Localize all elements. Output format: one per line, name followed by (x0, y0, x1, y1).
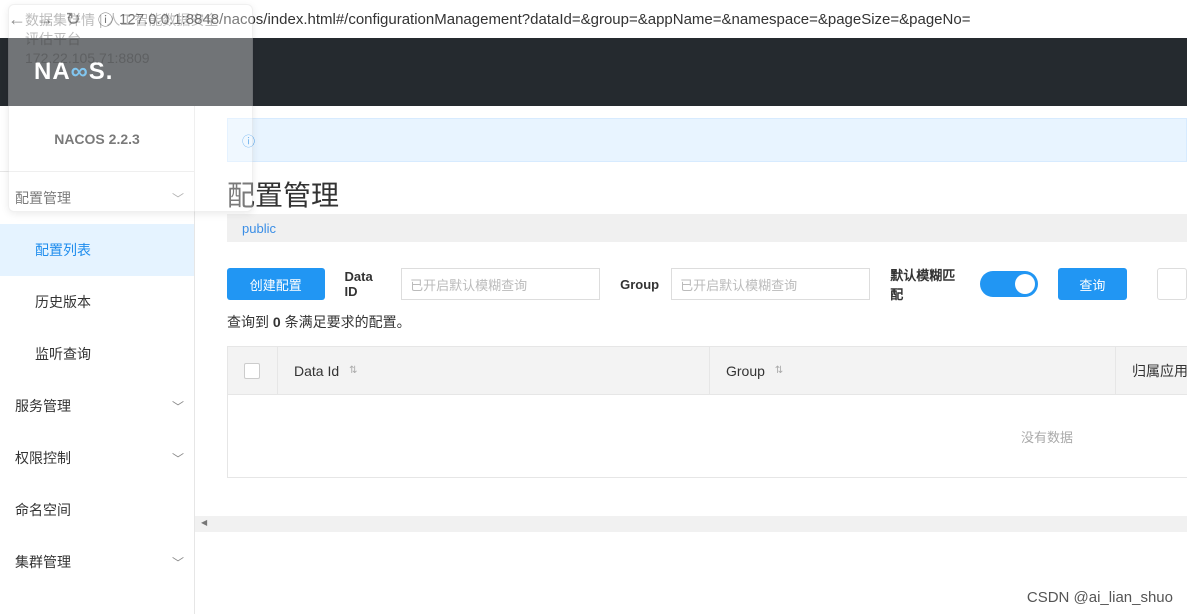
result-count: 查询到 0 条满足要求的配置。 (227, 312, 1187, 332)
chevron-down-icon: ﹀ (171, 399, 184, 414)
select-all-cell (228, 347, 278, 394)
create-config-button[interactable]: 创建配置 (227, 268, 325, 300)
sidebar-item-listener-query[interactable]: 监听查询 (0, 328, 194, 380)
horizontal-scrollbar[interactable]: ◀ (195, 516, 1187, 532)
main-content: ⓘ 配置管理 public 创建配置 Data ID 已开启默认模糊查询 Gro… (227, 106, 1187, 478)
watermark: CSDN @ai_lian_shuo (1026, 589, 1173, 606)
back-icon[interactable]: ← (6, 9, 28, 30)
dataid-input[interactable]: 已开启默认模糊查询 (401, 268, 601, 300)
sidebar-item-config-management[interactable]: 配置管理 ﹀ (0, 172, 194, 224)
sort-icon[interactable]: ⇅ (775, 365, 783, 376)
fuzzy-match-label: 默认模糊匹配 (890, 268, 956, 302)
table-header: Data Id ⇅ Group ⇅ 归属应用 (228, 347, 1187, 395)
chevron-down-icon: ﹀ (171, 451, 184, 466)
count-prefix: 查询到 (227, 314, 273, 330)
version-label: NACOS 2.2.3 (0, 106, 194, 172)
more-button[interactable] (1157, 268, 1187, 300)
info-icon: ⓘ (242, 133, 256, 149)
sidebar-item-label: 服务管理 (15, 398, 71, 414)
sidebar-item-config-list[interactable]: 配置列表 (0, 224, 194, 276)
browser-address-bar: ← → ↻ ⓘ 127.0.0.1:8848/nacos/index.html#/… (0, 0, 1187, 38)
sidebar-item-label: 集群管理 (15, 554, 71, 570)
top-bar: NA∞S. (0, 38, 1187, 106)
column-label: Data Id (294, 362, 340, 379)
column-dataid[interactable]: Data Id ⇅ (278, 347, 710, 394)
dataid-label: Data ID (344, 269, 373, 299)
sidebar-item-label: 监听查询 (35, 346, 91, 362)
info-alert: ⓘ (227, 118, 1187, 162)
empty-state: 没有数据 (1020, 430, 1073, 445)
sidebar-item-cluster-management[interactable]: 集群管理 ﹀ (0, 536, 194, 588)
sidebar-item-namespace[interactable]: 命名空间 (0, 484, 194, 536)
scroll-left-icon[interactable]: ◀ (201, 518, 207, 527)
column-group[interactable]: Group ⇅ (710, 347, 1116, 394)
sidebar-item-label: 命名空间 (15, 502, 71, 518)
group-input[interactable]: 已开启默认模糊查询 (671, 268, 871, 300)
chevron-down-icon: ﹀ (171, 191, 184, 206)
config-table: Data Id ⇅ Group ⇅ 归属应用 没有数据 (227, 346, 1187, 478)
fuzzy-match-toggle[interactable] (979, 271, 1038, 297)
sidebar-item-label: 配置管理 (15, 190, 71, 206)
url-text[interactable]: 127.0.0.1:8848/nacos/index.html#/configu… (119, 11, 970, 28)
forward-icon[interactable]: → (34, 9, 56, 30)
sidebar-item-label: 历史版本 (35, 294, 91, 310)
namespace-tab-public[interactable]: public (227, 214, 1187, 242)
query-button[interactable]: 查询 (1057, 268, 1128, 300)
page-title: 配置管理 (227, 180, 340, 211)
info-icon: ⓘ (98, 11, 114, 29)
sidebar-item-access-control[interactable]: 权限控制 ﹀ (0, 432, 194, 484)
group-label: Group (620, 276, 660, 292)
count-value: 0 (272, 314, 281, 330)
count-suffix: 条满足要求的配置。 (280, 314, 411, 330)
toolbar: 创建配置 Data ID 已开启默认模糊查询 Group 已开启默认模糊查询 默… (227, 268, 1187, 302)
chevron-down-icon: ﹀ (171, 555, 184, 570)
sidebar-item-label: 权限控制 (15, 450, 71, 466)
sidebar-item-service-management[interactable]: 服务管理 ﹀ (0, 380, 194, 432)
reload-icon[interactable]: ↻ (62, 9, 84, 30)
sort-icon[interactable]: ⇅ (349, 365, 357, 376)
column-label: 归属应用 (1132, 362, 1187, 379)
sidebar: NACOS 2.2.3 配置管理 ﹀ 配置列表 历史版本 监听查询 服务管理 ﹀ 权… (0, 106, 195, 614)
select-all-checkbox[interactable] (244, 362, 260, 379)
sidebar-item-history[interactable]: 历史版本 (0, 276, 194, 328)
nacos-logo[interactable]: NA∞S. (34, 58, 113, 86)
sidebar-item-label: 配置列表 (35, 242, 91, 258)
column-app: 归属应用 (1116, 347, 1187, 394)
column-label: Group (726, 362, 765, 379)
namespace-label: public (242, 220, 276, 236)
